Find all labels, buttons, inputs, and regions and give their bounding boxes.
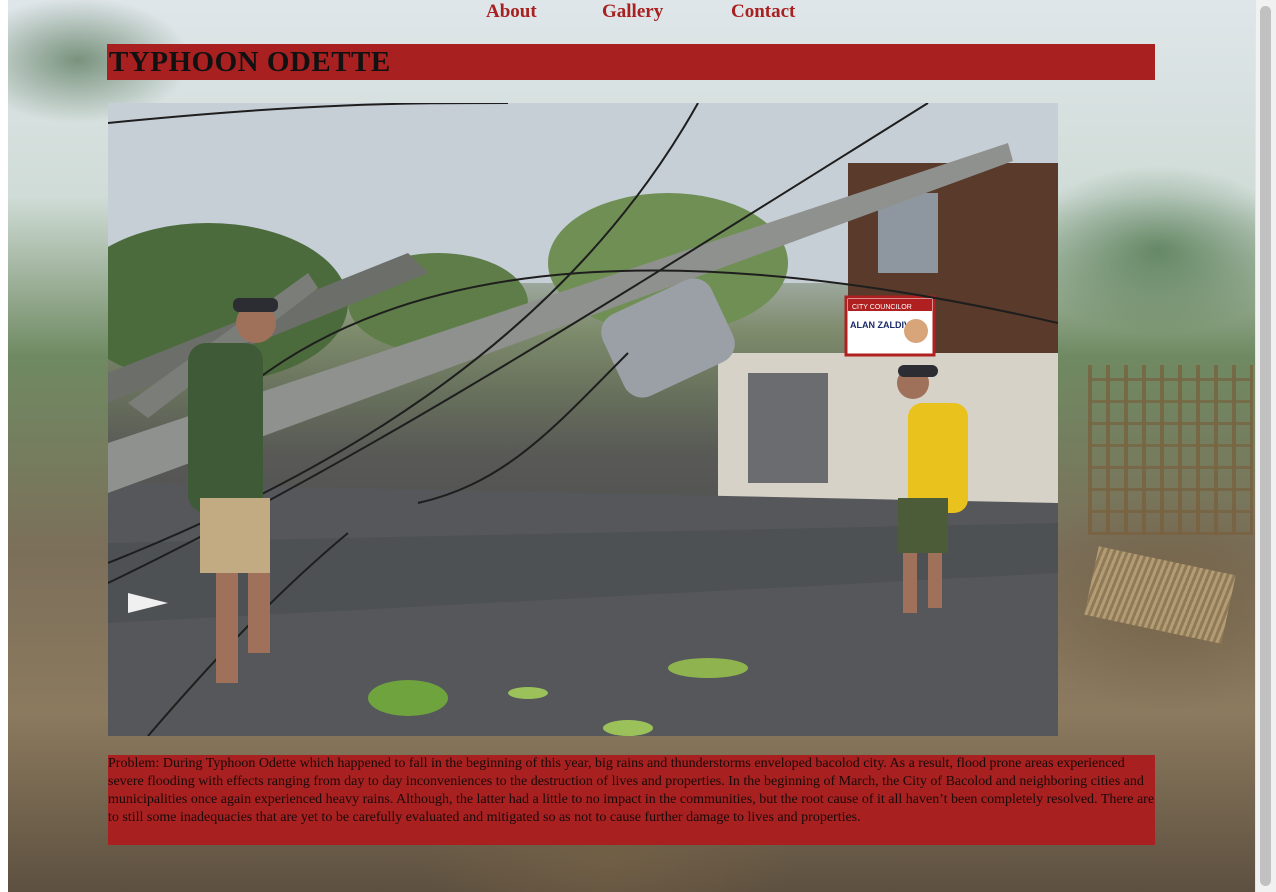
top-nav: About Gallery Contact bbox=[0, 0, 1256, 28]
photo-scene: CITY COUNCILOR ALAN ZALDIVAR bbox=[108, 103, 1058, 736]
problem-statement: Problem: During Typhoon Odette which hap… bbox=[108, 755, 1155, 845]
sign-subtitle: CITY COUNCILOR bbox=[852, 304, 912, 311]
nav-link-contact[interactable]: Contact bbox=[731, 1, 795, 23]
nav-link-gallery[interactable]: Gallery bbox=[602, 1, 663, 23]
title-bar: TYPHOON ODETTE bbox=[107, 44, 1155, 80]
typhoon-photo: CITY COUNCILOR ALAN ZALDIVAR bbox=[108, 103, 1058, 736]
scrollbar-thumb[interactable] bbox=[1260, 6, 1271, 886]
background-scaffold bbox=[1088, 365, 1253, 535]
vertical-scrollbar[interactable] bbox=[1255, 0, 1276, 892]
problem-text: Problem: During Typhoon Odette which hap… bbox=[108, 756, 1155, 825]
nav-link-about[interactable]: About bbox=[486, 1, 537, 23]
page-title: TYPHOON ODETTE bbox=[109, 46, 391, 78]
